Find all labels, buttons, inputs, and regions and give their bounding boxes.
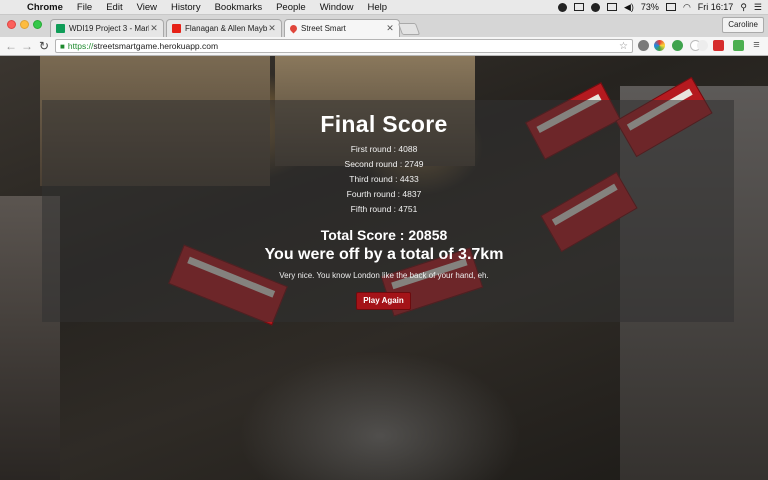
- map-pin-icon: [288, 23, 299, 34]
- tab-wdi19-project[interactable]: WDI19 Project 3 - Marking ✕: [50, 19, 164, 37]
- menu-history[interactable]: History: [164, 2, 208, 13]
- url-host: streetsmartgame.herokuapp.com: [93, 41, 219, 51]
- tab-label: Flanagan & Allen Maybe it: [185, 24, 267, 33]
- menu-help[interactable]: Help: [360, 2, 394, 13]
- notification-center-icon[interactable]: ☰: [754, 2, 762, 13]
- menu-view[interactable]: View: [130, 2, 164, 13]
- round-score: Fourth round : 4837: [346, 189, 422, 199]
- browser-toolbar: ← → ↻ ■ https:// streetsmartgame.herokua…: [0, 37, 768, 56]
- round-scores: First round : 4088 Second round : 2749 T…: [0, 142, 768, 217]
- final-score-title: Final Score: [320, 111, 448, 137]
- menu-bookmarks[interactable]: Bookmarks: [208, 2, 270, 13]
- red-extension-icon[interactable]: [713, 40, 724, 51]
- profile-button[interactable]: Caroline: [722, 17, 764, 33]
- chrome-menu-icon[interactable]: ≡: [751, 40, 762, 51]
- status-tray: ◀) 73% ◠ Fri 16:17 ⚲ ☰: [558, 0, 762, 14]
- new-tab-button[interactable]: [397, 23, 421, 35]
- green-extension-icon[interactable]: [672, 40, 683, 51]
- window-minimize-button[interactable]: [20, 20, 29, 29]
- grey-extension-icon[interactable]: [697, 40, 708, 51]
- tab-street-smart[interactable]: Street Smart ✕: [284, 19, 400, 37]
- tab-label: Street Smart: [301, 24, 346, 33]
- tab-flanagan-allen[interactable]: Flanagan & Allen Maybe it ✕: [166, 19, 282, 37]
- feedback-comment: Very nice. You know London like the back…: [279, 271, 489, 280]
- volume-icon[interactable]: ◀): [624, 2, 634, 13]
- total-score: Total Score : 20858: [320, 227, 448, 243]
- lock-icon: ■: [60, 41, 65, 51]
- search-icon[interactable]: ⚲: [740, 2, 747, 13]
- play-again-button[interactable]: Play Again: [356, 292, 411, 310]
- dropbox-icon[interactable]: [574, 3, 584, 11]
- color-picker-extension-icon[interactable]: [654, 40, 665, 51]
- window-zoom-button[interactable]: [33, 20, 42, 29]
- macos-menu-bar: Chrome File Edit View History Bookmarks …: [0, 0, 768, 15]
- battery-icon[interactable]: [665, 3, 676, 11]
- status-dot-icon[interactable]: [558, 2, 567, 12]
- youtube-icon: [172, 24, 181, 33]
- tab-label: WDI19 Project 3 - Marking: [69, 24, 149, 33]
- forward-arrow-icon[interactable]: →: [20, 39, 34, 53]
- round-score: Fifth round : 4751: [350, 204, 418, 214]
- display-icon[interactable]: [607, 3, 617, 11]
- menu-edit[interactable]: Edit: [99, 2, 129, 13]
- sync-icon[interactable]: [591, 2, 600, 12]
- menu-window[interactable]: Window: [313, 2, 361, 13]
- round-score: Second round : 2749: [344, 159, 424, 169]
- url-scheme: https://: [67, 41, 94, 51]
- window-close-button[interactable]: [7, 20, 16, 29]
- extension-settings-icon[interactable]: [638, 40, 649, 51]
- app-menu[interactable]: Chrome: [20, 2, 70, 13]
- distance-off-summary: You were off by a total of 3.7km: [264, 246, 504, 263]
- round-score: Third round : 4433: [349, 174, 419, 184]
- reload-icon[interactable]: ↻: [37, 39, 51, 53]
- round-score: First round : 4088: [350, 144, 418, 154]
- tab-close-icon[interactable]: ✕: [149, 23, 159, 34]
- menu-file[interactable]: File: [70, 2, 99, 13]
- bookmark-star-icon[interactable]: ☆: [619, 40, 628, 53]
- wifi-icon[interactable]: ◠: [683, 2, 691, 13]
- back-arrow-icon[interactable]: ←: [4, 39, 18, 53]
- address-bar[interactable]: ■ https:// streetsmartgame.herokuapp.com…: [55, 39, 633, 53]
- tab-close-icon[interactable]: ✕: [385, 23, 395, 34]
- google-sheets-icon: [56, 24, 65, 33]
- clock[interactable]: Fri 16:17: [698, 2, 734, 12]
- tab-close-icon[interactable]: ✕: [267, 23, 277, 34]
- menu-people[interactable]: People: [269, 2, 313, 13]
- tab-strip: WDI19 Project 3 - Marking ✕ Flanagan & A…: [0, 15, 768, 37]
- green-square-extension-icon[interactable]: [733, 40, 744, 51]
- battery-percent[interactable]: 73%: [641, 2, 659, 12]
